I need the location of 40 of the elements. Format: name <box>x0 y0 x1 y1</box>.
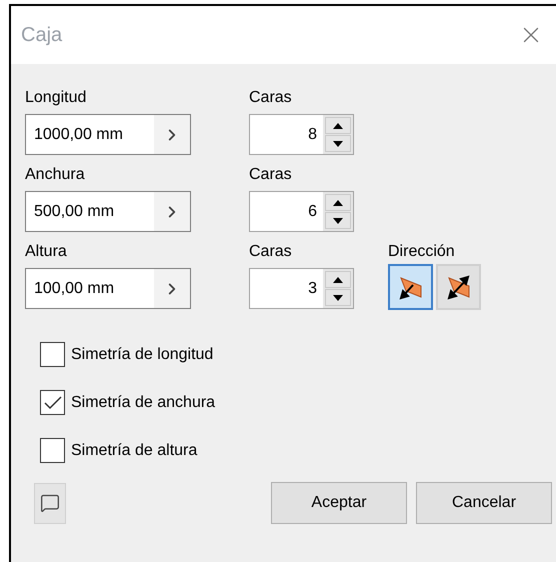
field-label: Caras <box>249 165 293 183</box>
dimension-field[interactable]: 100,00 mm <box>25 268 191 309</box>
down-arrow-icon <box>333 140 343 146</box>
spin-down-button[interactable] <box>325 135 351 152</box>
spin-down-button[interactable] <box>325 289 351 306</box>
checkbox[interactable] <box>40 390 65 415</box>
help-button[interactable] <box>34 482 66 524</box>
spin-up-button[interactable] <box>325 271 351 288</box>
flip-direction-icon <box>446 274 472 300</box>
checkbox-label: Simetría de altura <box>71 440 198 460</box>
checkbox[interactable] <box>40 438 65 463</box>
spin-field[interactable]: 6 <box>249 191 354 232</box>
direction-button[interactable] <box>388 264 433 310</box>
direction-label: Dirección <box>388 242 456 260</box>
down-arrow-icon <box>333 294 343 300</box>
check-icon <box>44 396 62 410</box>
direction-icon <box>398 274 424 300</box>
dimension-field[interactable]: 1000,00 mm <box>25 114 191 155</box>
field-label: Anchura <box>25 165 86 183</box>
checkbox-label: Simetría de longitud <box>71 344 214 364</box>
spin-up-button[interactable] <box>325 117 351 134</box>
spin-field[interactable]: 8 <box>249 114 354 155</box>
spin-down-button[interactable] <box>325 212 351 229</box>
spin-up-button[interactable] <box>325 194 351 211</box>
ok-button[interactable]: Aceptar <box>271 482 407 524</box>
up-arrow-icon <box>333 276 343 282</box>
up-arrow-icon <box>333 122 343 128</box>
up-arrow-icon <box>333 200 343 206</box>
field-label: Caras <box>249 88 293 106</box>
down-arrow-icon <box>333 218 343 224</box>
checkbox-label: Simetría de anchura <box>71 392 216 412</box>
field-label: Altura <box>25 242 68 260</box>
window-title: Caja <box>21 23 62 48</box>
field-label: Longitud <box>25 88 88 106</box>
checkbox[interactable] <box>40 342 65 367</box>
help-icon <box>40 493 60 513</box>
dimension-field[interactable]: 500,00 mm <box>25 191 191 232</box>
spin-field[interactable]: 3 <box>249 268 354 309</box>
field-label: Caras <box>249 242 293 260</box>
cancel-button[interactable]: Cancelar <box>416 482 552 524</box>
